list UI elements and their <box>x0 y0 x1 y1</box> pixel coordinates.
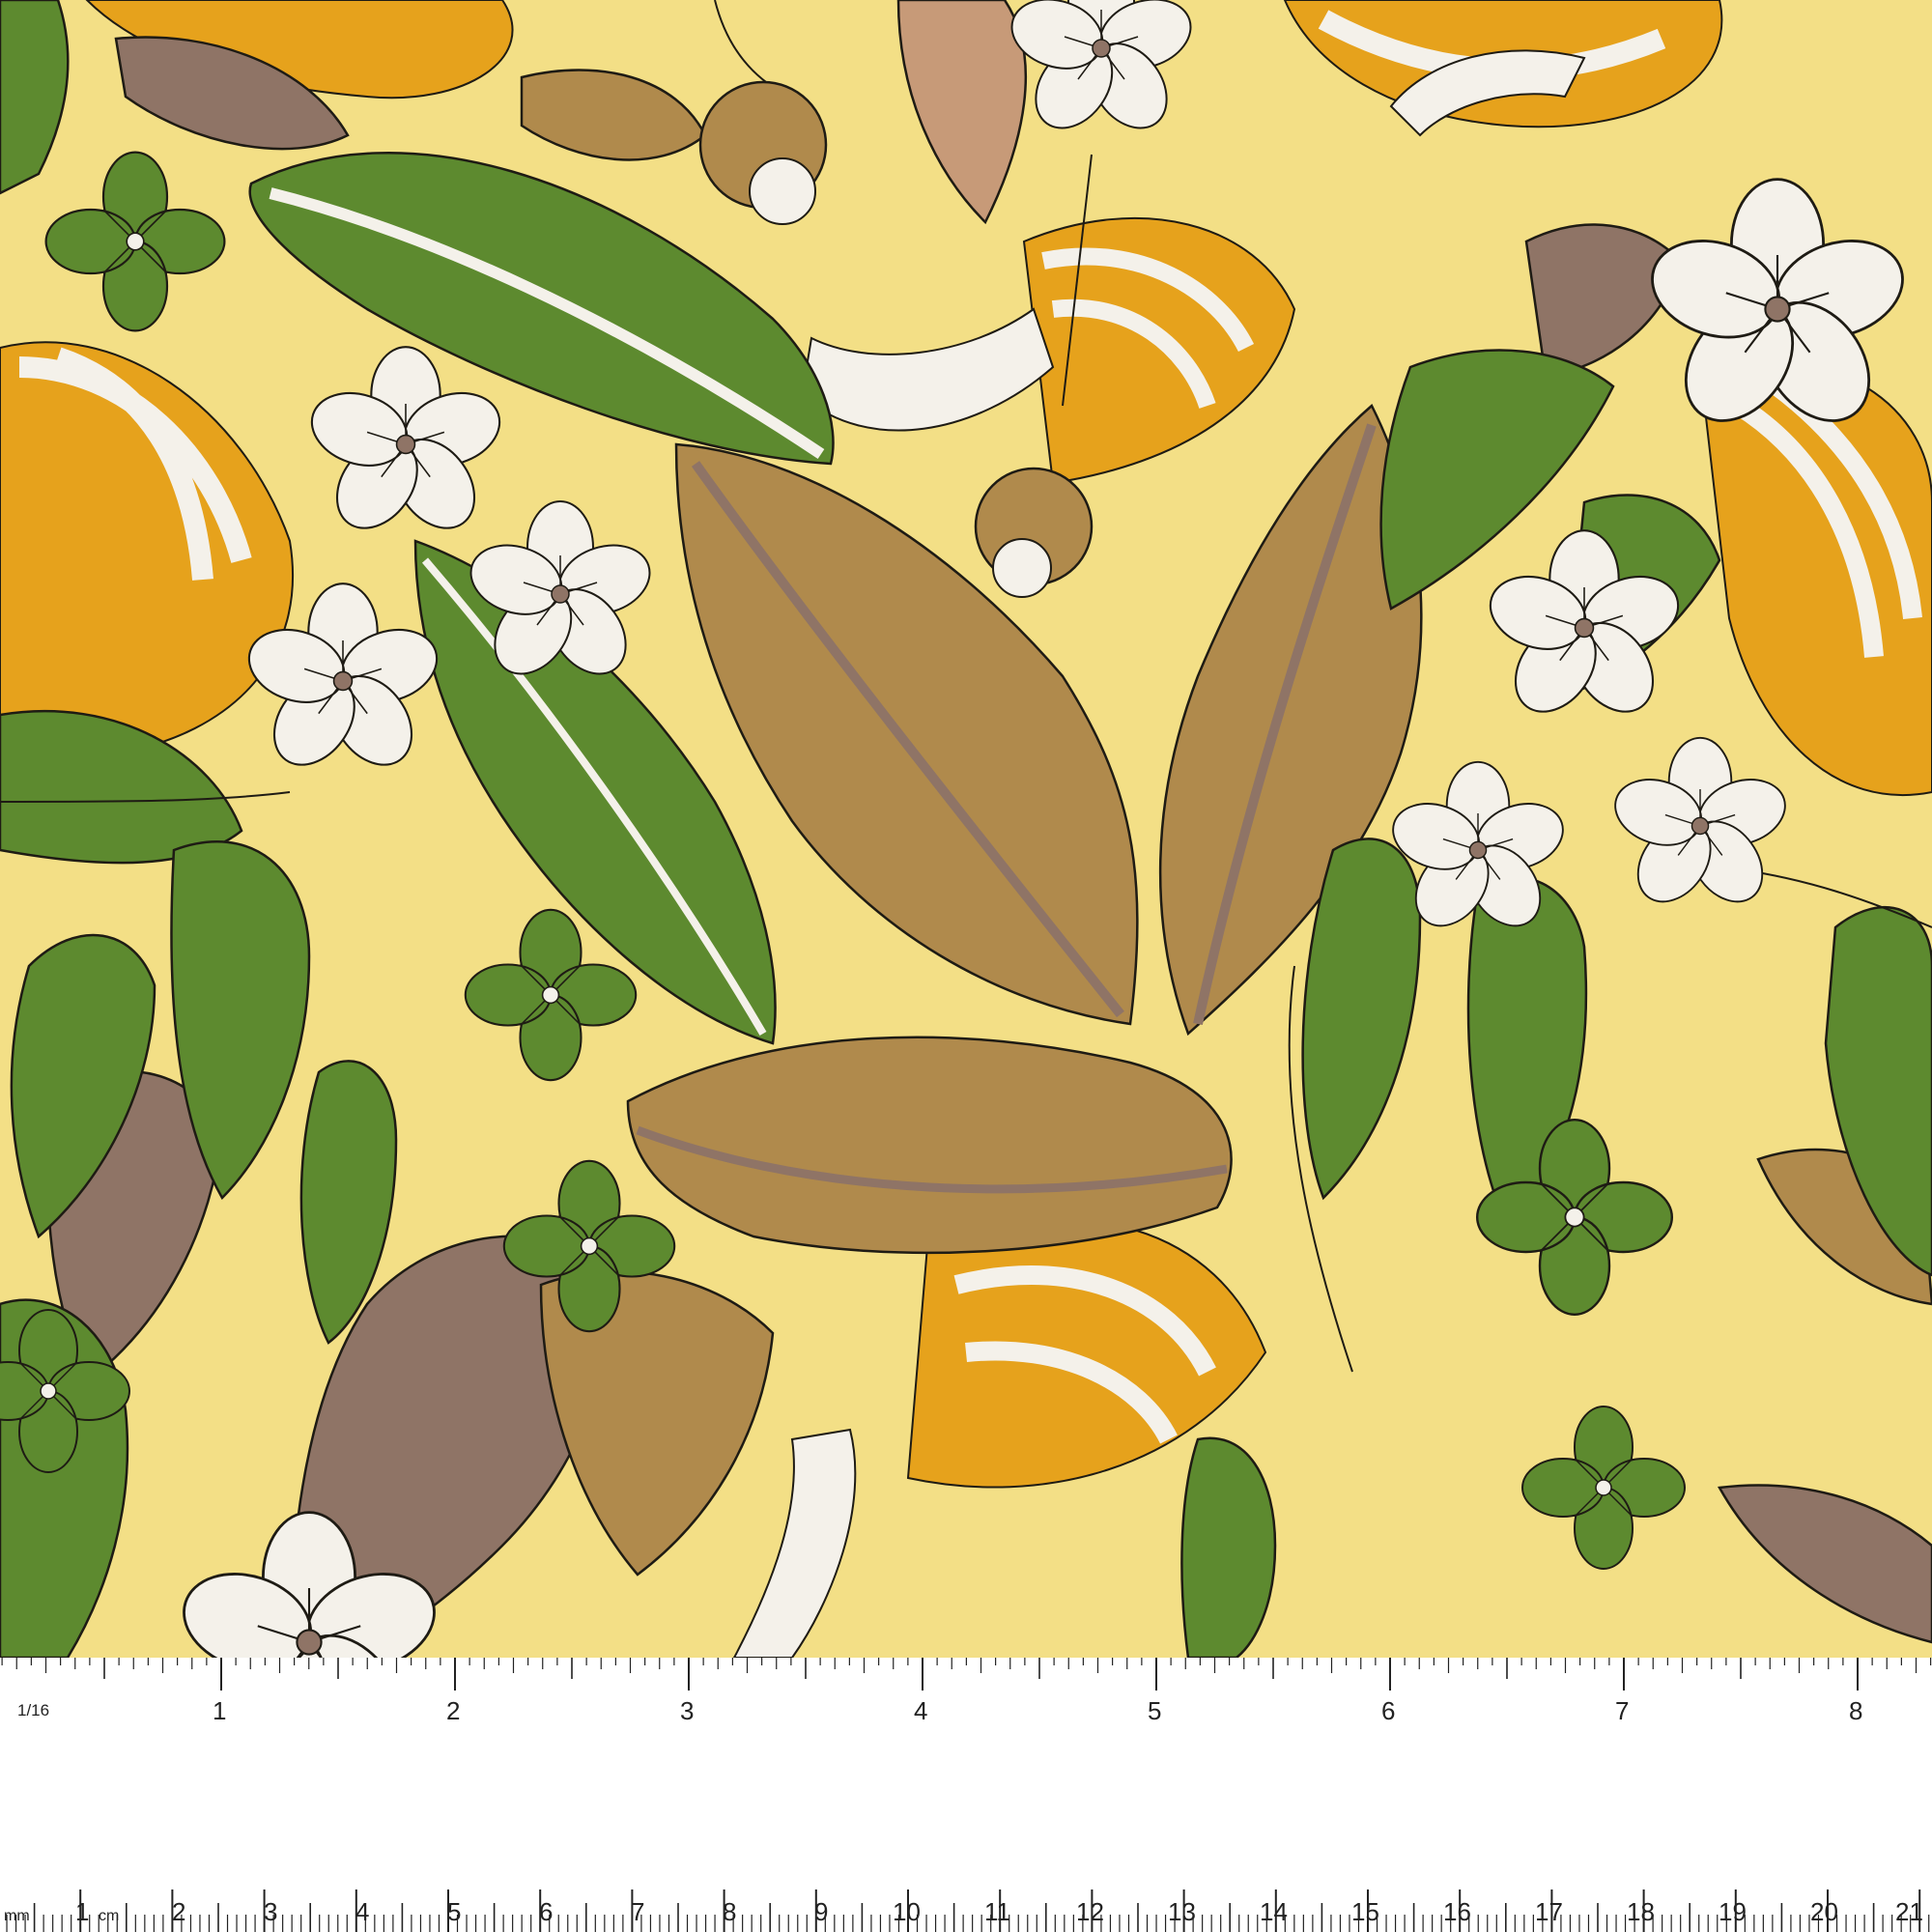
inch-label-6: 6 <box>1381 1696 1395 1725</box>
cm-label-11: 11 <box>984 1897 1010 1926</box>
cm-label-5: 5 <box>447 1897 461 1926</box>
cm-unit-mm-label: mm <box>4 1908 30 1924</box>
cm-label-3: 3 <box>264 1897 277 1926</box>
inch-label-5: 5 <box>1148 1696 1161 1725</box>
cm-label-13: 13 <box>1168 1897 1196 1926</box>
cm-label-7: 7 <box>631 1897 644 1926</box>
cm-label-10: 10 <box>893 1897 921 1926</box>
cm-label-16: 16 <box>1443 1897 1471 1926</box>
cm-label-17: 17 <box>1535 1897 1563 1926</box>
floral-pattern-art <box>0 0 1932 1658</box>
cm-label-9: 9 <box>814 1897 828 1926</box>
cm-label-21: 21 <box>1895 1897 1923 1926</box>
inch-fraction-label: 1/16 <box>17 1701 49 1719</box>
cm-label-18: 18 <box>1627 1897 1655 1926</box>
inch-label-4: 4 <box>914 1696 927 1725</box>
fabric-swatch-photo: 1/16 1 2 3 4 5 6 7 8 mm 1 cm 2 3 4 5 6 7… <box>0 0 1932 1932</box>
cm-label-1: 1 <box>75 1897 89 1926</box>
inch-label-1: 1 <box>213 1696 226 1725</box>
cm-ruler: mm 1 cm 2 3 4 5 6 7 8 9 10 11 12 13 14 1… <box>0 1764 1932 1932</box>
inch-label-3: 3 <box>680 1696 694 1725</box>
inch-label-2: 2 <box>446 1696 460 1725</box>
cm-label-12: 12 <box>1076 1897 1104 1926</box>
cm-label-2: 2 <box>172 1897 185 1926</box>
cm-label-4: 4 <box>355 1897 369 1926</box>
inch-label-8: 8 <box>1849 1696 1862 1725</box>
cm-label-20: 20 <box>1810 1897 1838 1926</box>
floral-fabric-print <box>0 0 1932 1658</box>
cm-label-6: 6 <box>539 1897 553 1926</box>
inch-ruler: 1/16 1 2 3 4 5 6 7 8 <box>0 1658 1932 1764</box>
cm-label-8: 8 <box>723 1897 736 1926</box>
inch-ruler-ticks <box>1 1658 1932 1690</box>
inch-label-7: 7 <box>1615 1696 1629 1725</box>
cm-unit-cm-label: cm <box>99 1908 119 1924</box>
cm-label-15: 15 <box>1351 1897 1379 1926</box>
cm-label-14: 14 <box>1260 1897 1288 1926</box>
cm-label-19: 19 <box>1719 1897 1747 1926</box>
